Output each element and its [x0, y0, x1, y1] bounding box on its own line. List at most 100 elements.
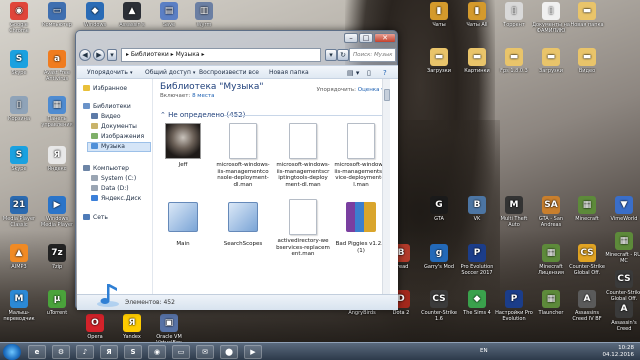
desktop-icon[interactable]: ▬ Загрузки	[532, 48, 570, 74]
taskbar-app-button[interactable]: S	[124, 345, 142, 359]
file-item[interactable]: activedirectory-webservices-replacement.…	[276, 199, 330, 258]
desktop-icon[interactable]: ▬ Видео	[568, 48, 606, 74]
desktop-icon[interactable]: ▦ Minecraft	[568, 196, 606, 222]
desktop-icon[interactable]: ▬ Картинки	[458, 48, 496, 74]
taskbar-app-button[interactable]: ▶	[244, 345, 262, 359]
system-clock[interactable]: 10:28 04.12.2016	[603, 345, 635, 359]
desktop-icon[interactable]: P Pro Evolution Soccer 2017	[458, 244, 496, 276]
desktop-icon[interactable]: SA GTA - San Andreas	[532, 196, 570, 228]
desktop-icon[interactable]: ▮ Чаты All	[458, 2, 496, 28]
file-item[interactable]: Main	[156, 199, 210, 248]
nav-libraries[interactable]: Библиотеки	[83, 103, 131, 111]
desktop-icon[interactable]: ▲ Assassin's	[113, 2, 151, 28]
desktop-icon[interactable]: a Avast Free Antivirus	[38, 50, 76, 82]
search-input[interactable]: Поиск: Музык	[349, 48, 396, 62]
desktop-icon[interactable]: P Настройки Pro Evolution	[495, 290, 533, 322]
nav-favorites[interactable]: Избранное	[83, 85, 127, 93]
desktop-icon[interactable]: A Assassin's Creed	[605, 300, 640, 332]
desktop-icon[interactable]: ▬ Новая папка	[568, 2, 606, 28]
organize-button[interactable]: Упорядочить ▾	[87, 69, 132, 76]
desktop-icon[interactable]: ▯ Корзина	[0, 96, 38, 122]
desktop-icon[interactable]: CS Counter-Strike Global Off.	[605, 270, 640, 302]
desktop-icon[interactable]: ▦ Панель управления	[38, 96, 76, 128]
desktop-icon[interactable]: 7z 7zip	[38, 244, 76, 270]
includes-locations-link[interactable]: 8 места	[192, 93, 214, 99]
taskbar-app-button[interactable]: ✉	[196, 345, 214, 359]
nav-video[interactable]: Видео	[91, 113, 121, 121]
desktop-icon[interactable]: ◆ Windows	[76, 2, 114, 28]
new-folder-button[interactable]: Новая папка	[269, 69, 309, 76]
file-item[interactable]: Bad Piggies v1.2.0 (1)	[334, 199, 388, 254]
minimize-button[interactable]: –	[344, 33, 358, 43]
preview-pane-button[interactable]: ▯	[367, 69, 371, 77]
desktop-icon[interactable]: S Skype	[0, 50, 38, 76]
arrange-by-dropdown[interactable]: Оценка	[358, 87, 380, 93]
recent-pages-button[interactable]: ▾	[107, 49, 117, 61]
taskbar-app-button[interactable]: ◉	[148, 345, 166, 359]
desktop-icon[interactable]: ▦ Minecraft Лицензия	[532, 244, 570, 276]
start-button[interactable]	[3, 344, 21, 360]
desktop-icon[interactable]: ▤ Save	[150, 2, 188, 28]
desktop-icon[interactable]: ▲ AIMP3	[0, 244, 38, 270]
desktop-icon[interactable]: ▥ Wyrm	[185, 2, 223, 28]
desktop-icon[interactable]: µ uTorrent	[38, 290, 76, 316]
desktop-icon[interactable]: S Skype	[0, 146, 38, 172]
close-button[interactable]: ✕	[374, 33, 396, 43]
desktop-icon[interactable]: Я Яндекс	[38, 146, 76, 172]
desktop-icon[interactable]: O Opera	[76, 314, 114, 340]
taskbar-app-button[interactable]: ⚙	[52, 345, 70, 359]
refresh-button[interactable]: ↻	[337, 49, 349, 61]
desktop-icon[interactable]: B VK	[458, 196, 496, 222]
nav-music[interactable]: Музыка	[87, 142, 151, 152]
nav-yandex-disk[interactable]: Яндекс.Диск	[91, 195, 141, 203]
taskbar-app-button[interactable]: e	[28, 345, 46, 359]
file-item[interactable]: microsoft-windows-iis-managementscriptin…	[276, 123, 330, 188]
desktop-icon[interactable]: ▦ Minecraft - RU-MC	[605, 232, 640, 264]
desktop-icon[interactable]: g Garry's Mod	[420, 244, 458, 270]
desktop-icon[interactable]: G GTA	[420, 196, 458, 222]
address-bar[interactable]: ▸ Библиотеки ▸ Музыка ▸	[121, 48, 321, 62]
desktop-icon[interactable]: ▼ VimeWorld	[605, 196, 640, 222]
desktop-icon[interactable]: ▯ Документы на ФАМИЛИЮ	[532, 2, 570, 34]
maximize-button[interactable]: □	[359, 33, 373, 43]
nav-documents[interactable]: Документы	[91, 123, 137, 131]
desktop-icon[interactable]: ▬ Fps 1.8.0.3	[495, 48, 533, 74]
desktop-icon[interactable]: M Multi Theft Auto	[495, 196, 533, 228]
forward-button[interactable]: ▶	[93, 49, 105, 61]
nav-data-d[interactable]: Data (D:)	[91, 185, 129, 193]
play-all-button[interactable]: Воспроизвести все	[199, 69, 259, 76]
desktop-icon[interactable]: ▯ Торрент	[495, 2, 533, 28]
file-item[interactable]: microsoft-windows-iis-managementconsole-…	[216, 123, 270, 188]
desktop-icon[interactable]: ◉ Google Chrome	[0, 2, 38, 34]
back-button[interactable]: ◀	[79, 49, 91, 61]
nav-images[interactable]: Изображения	[91, 133, 144, 141]
desktop-icon[interactable]: CS Counter-Strike Global Off.	[568, 244, 606, 276]
desktop-icon[interactable]: A Assassins Creed IV BF	[568, 290, 606, 322]
window-titlebar[interactable]: – □ ✕	[76, 31, 397, 45]
desktop-icon[interactable]: ▦ Tlauncher	[532, 290, 570, 316]
desktop-icon[interactable]: ◆ The Sims 4	[458, 290, 496, 316]
help-icon[interactable]: ?	[383, 69, 387, 77]
file-item[interactable]: SearchScopes	[216, 199, 270, 248]
taskbar-app-button[interactable]: ⬤	[220, 345, 238, 359]
share-button[interactable]: Общий доступ ▾	[145, 69, 195, 76]
desktop-icon[interactable]: 21 Media Player Classic	[0, 196, 38, 228]
desktop-icon[interactable]: ▮ Чаты	[420, 2, 458, 28]
desktop-icon[interactable]: ▭ Компьютер	[38, 2, 76, 28]
vertical-scrollbar[interactable]	[382, 79, 390, 294]
taskbar-app-button[interactable]: ▭	[172, 345, 190, 359]
nav-network[interactable]: Сеть	[83, 214, 108, 222]
nav-system-c[interactable]: System (C:)	[91, 175, 136, 183]
scrollbar-thumb[interactable]	[384, 89, 390, 101]
desktop-icon[interactable]: M Малыш-переводчик	[0, 290, 38, 322]
address-dropdown-button[interactable]: ▾	[325, 49, 337, 61]
nav-computer[interactable]: Компьютер	[83, 165, 129, 173]
desktop-icon[interactable]: Я Yandex	[113, 314, 151, 340]
taskbar-app-button[interactable]: Я	[100, 345, 118, 359]
language-indicator[interactable]: EN	[480, 348, 488, 354]
view-options-button[interactable]: ▤ ▾	[347, 69, 359, 77]
file-item[interactable]: Jeff	[156, 123, 210, 169]
desktop-icon[interactable]: ▬ Загрузки	[420, 48, 458, 74]
desktop-icon[interactable]: CS Counter-Strike 1.6	[420, 290, 458, 322]
taskbar-app-button[interactable]: ♪	[76, 345, 94, 359]
